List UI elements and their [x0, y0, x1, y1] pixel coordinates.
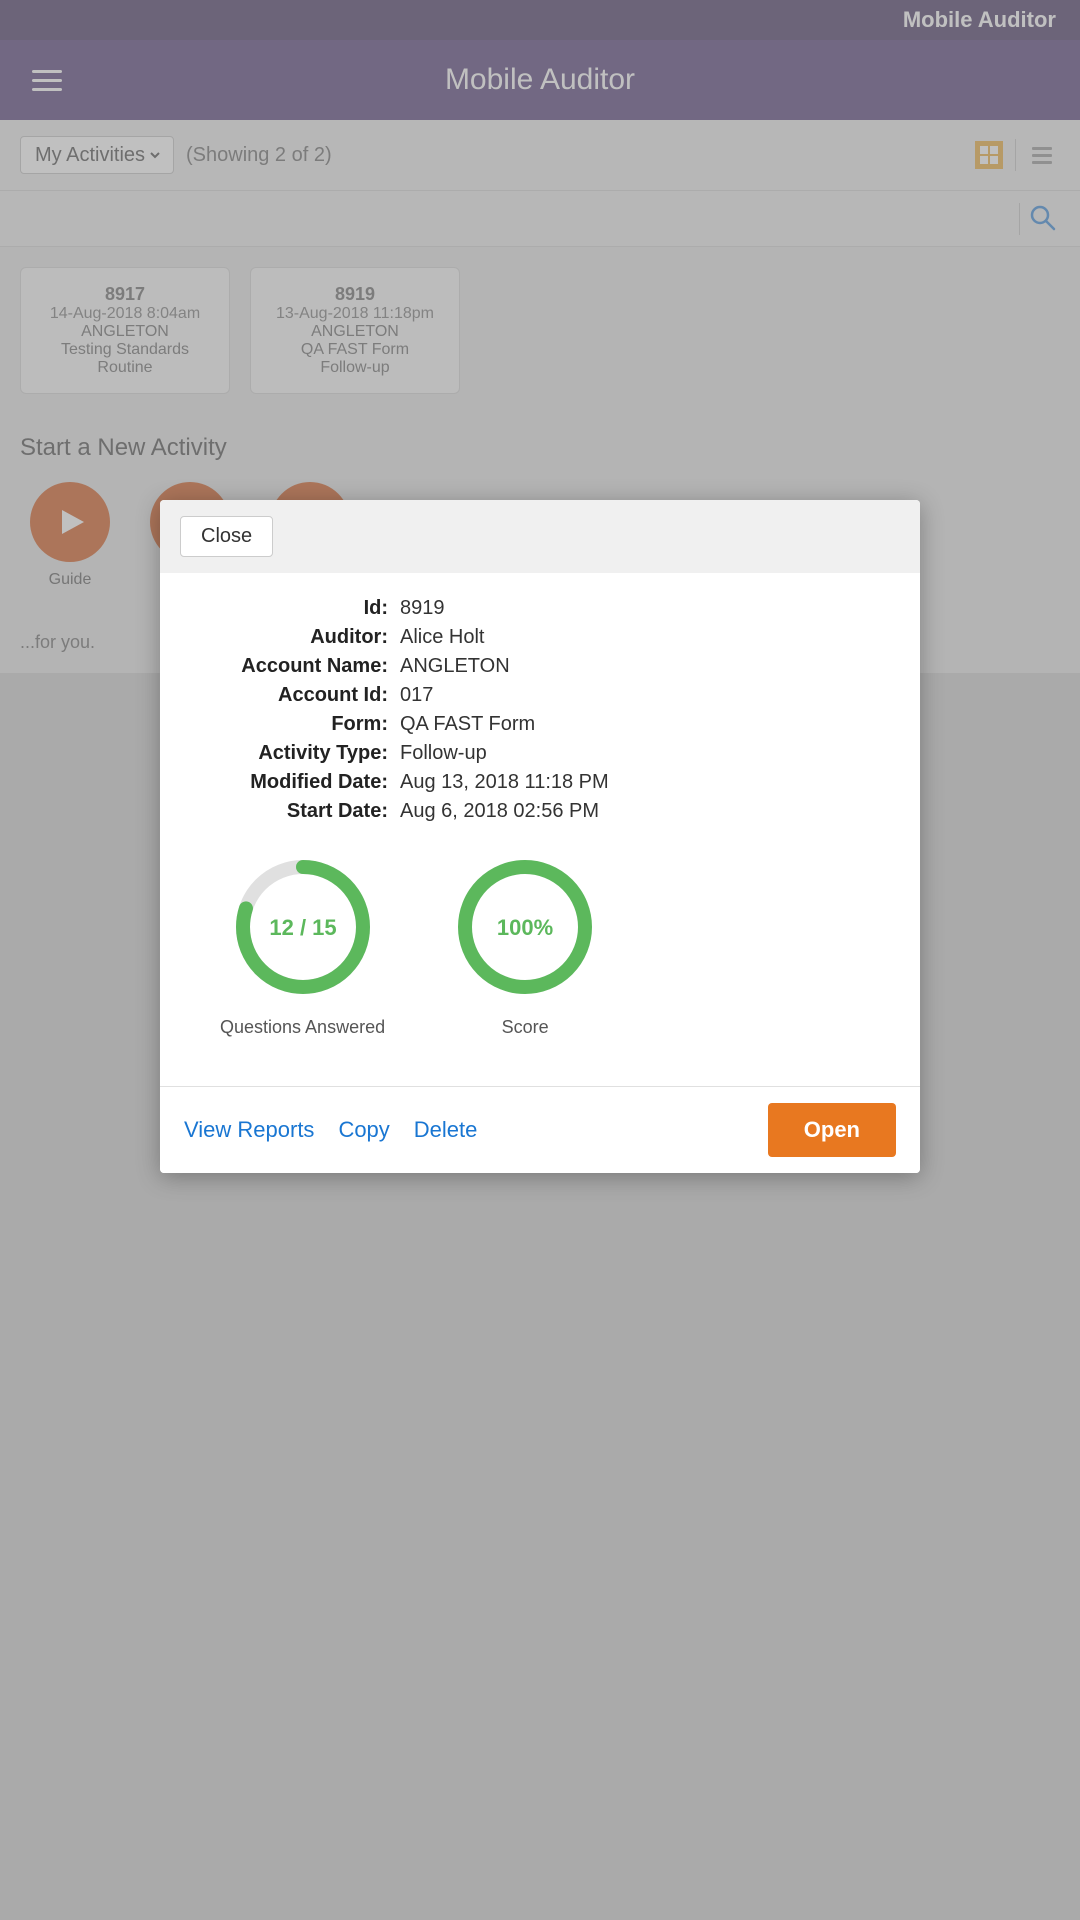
svg-text:100%: 100% [497, 915, 553, 940]
detail-row-auditor: Auditor: Alice Holt [200, 626, 880, 649]
modal-footer: View Reports Copy Delete Open [160, 1086, 920, 1173]
questions-circle-container: 12 / 15 Questions Answered [220, 847, 385, 1038]
account-name-value: ANGLETON [400, 655, 510, 678]
id-value: 8919 [400, 597, 445, 620]
detail-row-account-name: Account Name: ANGLETON [200, 655, 880, 678]
account-id-label: Account Id: [200, 684, 400, 707]
id-label: Id: [200, 597, 400, 620]
detail-row-form: Form: QA FAST Form [200, 713, 880, 736]
detail-row-start-date: Start Date: Aug 6, 2018 02:56 PM [200, 800, 880, 823]
modal-body: Id: 8919 Auditor: Alice Holt Account Nam… [160, 573, 920, 1086]
modal-header: Close [160, 500, 920, 573]
view-reports-button[interactable]: View Reports [184, 1117, 314, 1143]
delete-button[interactable]: Delete [414, 1117, 478, 1143]
form-value: QA FAST Form [400, 713, 535, 736]
start-date-value: Aug 6, 2018 02:56 PM [400, 800, 599, 823]
auditor-value: Alice Holt [400, 626, 484, 649]
score-circle-svg: 100% [445, 847, 605, 1007]
account-id-value: 017 [400, 684, 433, 707]
detail-row-account-id: Account Id: 017 [200, 684, 880, 707]
activity-type-label: Activity Type: [200, 742, 400, 765]
questions-circle-svg: 12 / 15 [223, 847, 383, 1007]
modified-date-label: Modified Date: [200, 771, 400, 794]
detail-row-id: Id: 8919 [200, 597, 880, 620]
modified-date-value: Aug 13, 2018 11:18 PM [400, 771, 609, 794]
modal-overlay: Close Id: 8919 Auditor: Alice Holt Accou… [0, 0, 1080, 1920]
close-button[interactable]: Close [180, 516, 273, 557]
svg-text:12 / 15: 12 / 15 [269, 915, 336, 940]
circles-area: 12 / 15 Questions Answered 100% Score [220, 847, 880, 1038]
questions-circle-label: Questions Answered [220, 1017, 385, 1038]
score-circle-container: 100% Score [445, 847, 605, 1038]
account-name-label: Account Name: [200, 655, 400, 678]
detail-table: Id: 8919 Auditor: Alice Holt Account Nam… [200, 597, 880, 823]
form-label: Form: [200, 713, 400, 736]
detail-row-modified-date: Modified Date: Aug 13, 2018 11:18 PM [200, 771, 880, 794]
start-date-label: Start Date: [200, 800, 400, 823]
activity-detail-modal: Close Id: 8919 Auditor: Alice Holt Accou… [160, 500, 920, 1173]
open-button[interactable]: Open [768, 1103, 896, 1157]
copy-button[interactable]: Copy [338, 1117, 389, 1143]
footer-links: View Reports Copy Delete [184, 1117, 768, 1143]
auditor-label: Auditor: [200, 626, 400, 649]
detail-row-activity-type: Activity Type: Follow-up [200, 742, 880, 765]
activity-type-value: Follow-up [400, 742, 487, 765]
score-circle-label: Score [502, 1017, 549, 1038]
